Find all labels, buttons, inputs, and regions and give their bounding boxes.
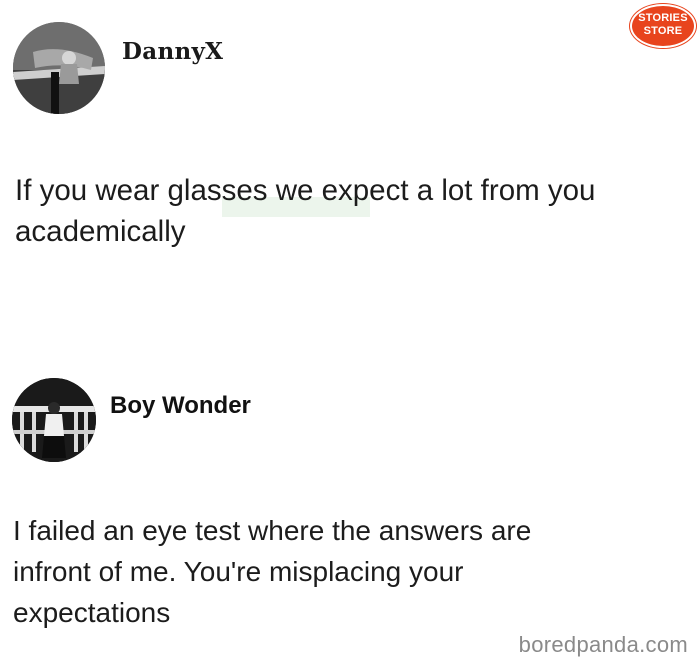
tweet-text: If you wear glasses we expect a lot from…	[15, 170, 695, 252]
avatar[interactable]	[12, 378, 96, 462]
watermark: boredpanda.com	[518, 632, 688, 657]
tweet-text-line: expectations	[13, 597, 171, 628]
screenshot-page: STORIES STORE DannyX If you wear glasses…	[0, 0, 700, 666]
username[interactable]: Boy Wonder	[110, 392, 251, 420]
tweet-card: Boy Wonder I failed an eye test where th…	[0, 360, 700, 666]
profile-photo-icon	[13, 22, 105, 114]
username[interactable]: DannyX	[122, 38, 223, 65]
tweet-card: DannyX If you wear glasses we expect a l…	[0, 0, 700, 300]
tweet-text-line: I failed an eye test where the answers a…	[13, 515, 532, 546]
tweet-text-line: academically	[15, 215, 186, 248]
tweet-text-line: If you wear glasses we expect a lot from…	[15, 174, 596, 207]
tweet-text: I failed an eye test where the answers a…	[13, 510, 633, 633]
tweet-text-line: infront of me. You're misplacing your	[13, 556, 464, 587]
avatar[interactable]	[13, 22, 105, 114]
profile-photo-icon	[12, 378, 96, 462]
